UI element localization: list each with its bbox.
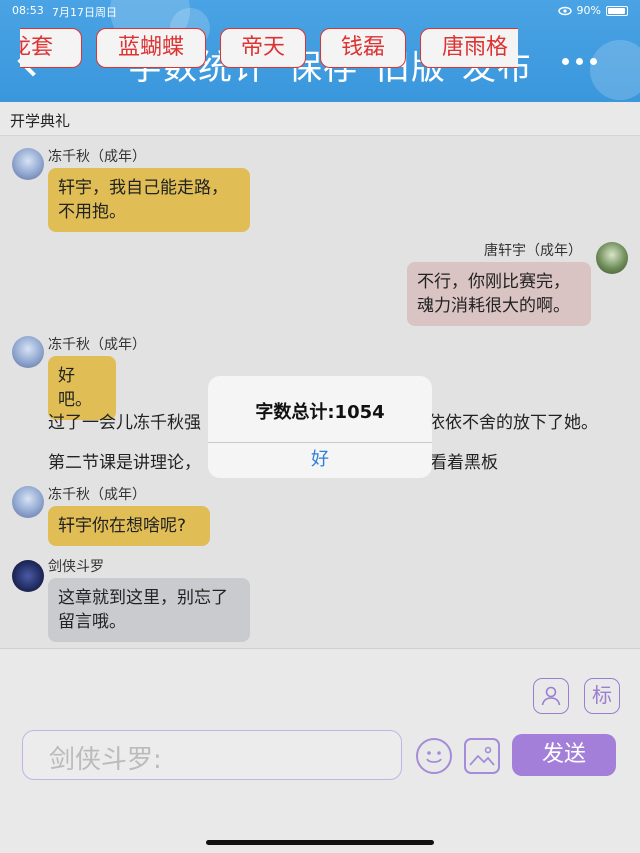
message-line: 魂力消耗很大的啊。 — [417, 296, 570, 316]
character-chip[interactable]: 唐雨格 — [420, 28, 518, 68]
character-chip-row[interactable]: 龙套 蓝蝴蝶 帝天 钱磊 唐雨格 — [20, 28, 518, 70]
message-bubble[interactable]: 不行，你刚比赛完， 魂力消耗很大的啊。 — [407, 262, 591, 326]
tag-button[interactable]: 标 — [584, 678, 620, 714]
dialog-ok-button[interactable]: 好 — [208, 442, 432, 478]
battery-icon — [606, 5, 628, 16]
message-bubble[interactable]: 轩宇，我自己能走路， 不用抱。 — [48, 168, 250, 232]
image-button[interactable] — [464, 738, 500, 774]
narration-text: 过了一会儿冻千秋强 — [48, 413, 201, 433]
message-bubble[interactable]: 这章就到这里，别忘了 留言哦。 — [48, 578, 250, 642]
narration-text: 第二节课是讲理论， — [48, 453, 201, 473]
message-line: 这章就到这里，别忘了 — [58, 588, 228, 608]
sender-name: 剑侠斗罗 — [48, 559, 104, 575]
battery-percent: 90% — [576, 4, 601, 17]
image-icon — [469, 746, 495, 766]
status-date: 7月17日周日 — [52, 6, 117, 19]
character-chip[interactable]: 蓝蝴蝶 — [96, 28, 206, 68]
message-line: 轩宇，我自己能走路， — [58, 178, 228, 198]
character-chip[interactable]: 龙套 — [20, 28, 82, 68]
signal-icon — [557, 6, 572, 15]
dialog-message: 字数总计:1054 — [255, 402, 385, 423]
sender-name: 唐轩宇（成年） — [484, 243, 582, 259]
smile-icon — [426, 751, 442, 763]
character-manage-button[interactable] — [533, 678, 569, 714]
avatar[interactable] — [12, 148, 44, 180]
send-button[interactable]: 发送 — [512, 734, 616, 776]
character-chip[interactable]: 钱磊 — [320, 28, 406, 68]
message-line: 轩宇你在想啥呢? — [58, 516, 187, 536]
home-indicator[interactable] — [206, 840, 434, 845]
avatar[interactable] — [596, 242, 628, 274]
message-line: 不行，你刚比赛完， — [417, 272, 570, 292]
chapter-title[interactable]: 开学典礼 — [0, 102, 640, 136]
message-line: 好吧。 — [58, 366, 92, 410]
message-line: 不用抱。 — [58, 202, 126, 222]
avatar[interactable] — [12, 336, 44, 368]
sender-name: 冻千秋（成年） — [48, 337, 146, 353]
user-icon — [541, 686, 561, 706]
more-icon[interactable] — [562, 58, 597, 65]
word-count-dialog: 字数总计:1054 好 — [208, 376, 432, 478]
character-chip[interactable]: 帝天 — [220, 28, 306, 68]
narration-text: 依依不舍的放下了她。 — [428, 413, 598, 433]
sender-name: 冻千秋（成年） — [48, 487, 146, 503]
status-time: 08:53 — [12, 4, 44, 17]
message-input[interactable]: 剑侠斗罗: — [22, 730, 402, 780]
avatar[interactable] — [12, 486, 44, 518]
message-line: 留言哦。 — [58, 612, 126, 632]
narration-text: 看着黑板 — [430, 453, 498, 473]
emoji-button[interactable] — [416, 738, 452, 774]
avatar[interactable] — [12, 560, 44, 592]
status-bar: 08:53 7月17日周日 90% — [0, 0, 640, 22]
message-bubble[interactable]: 轩宇你在想啥呢? — [48, 506, 210, 546]
sender-name: 冻千秋（成年） — [48, 149, 146, 165]
